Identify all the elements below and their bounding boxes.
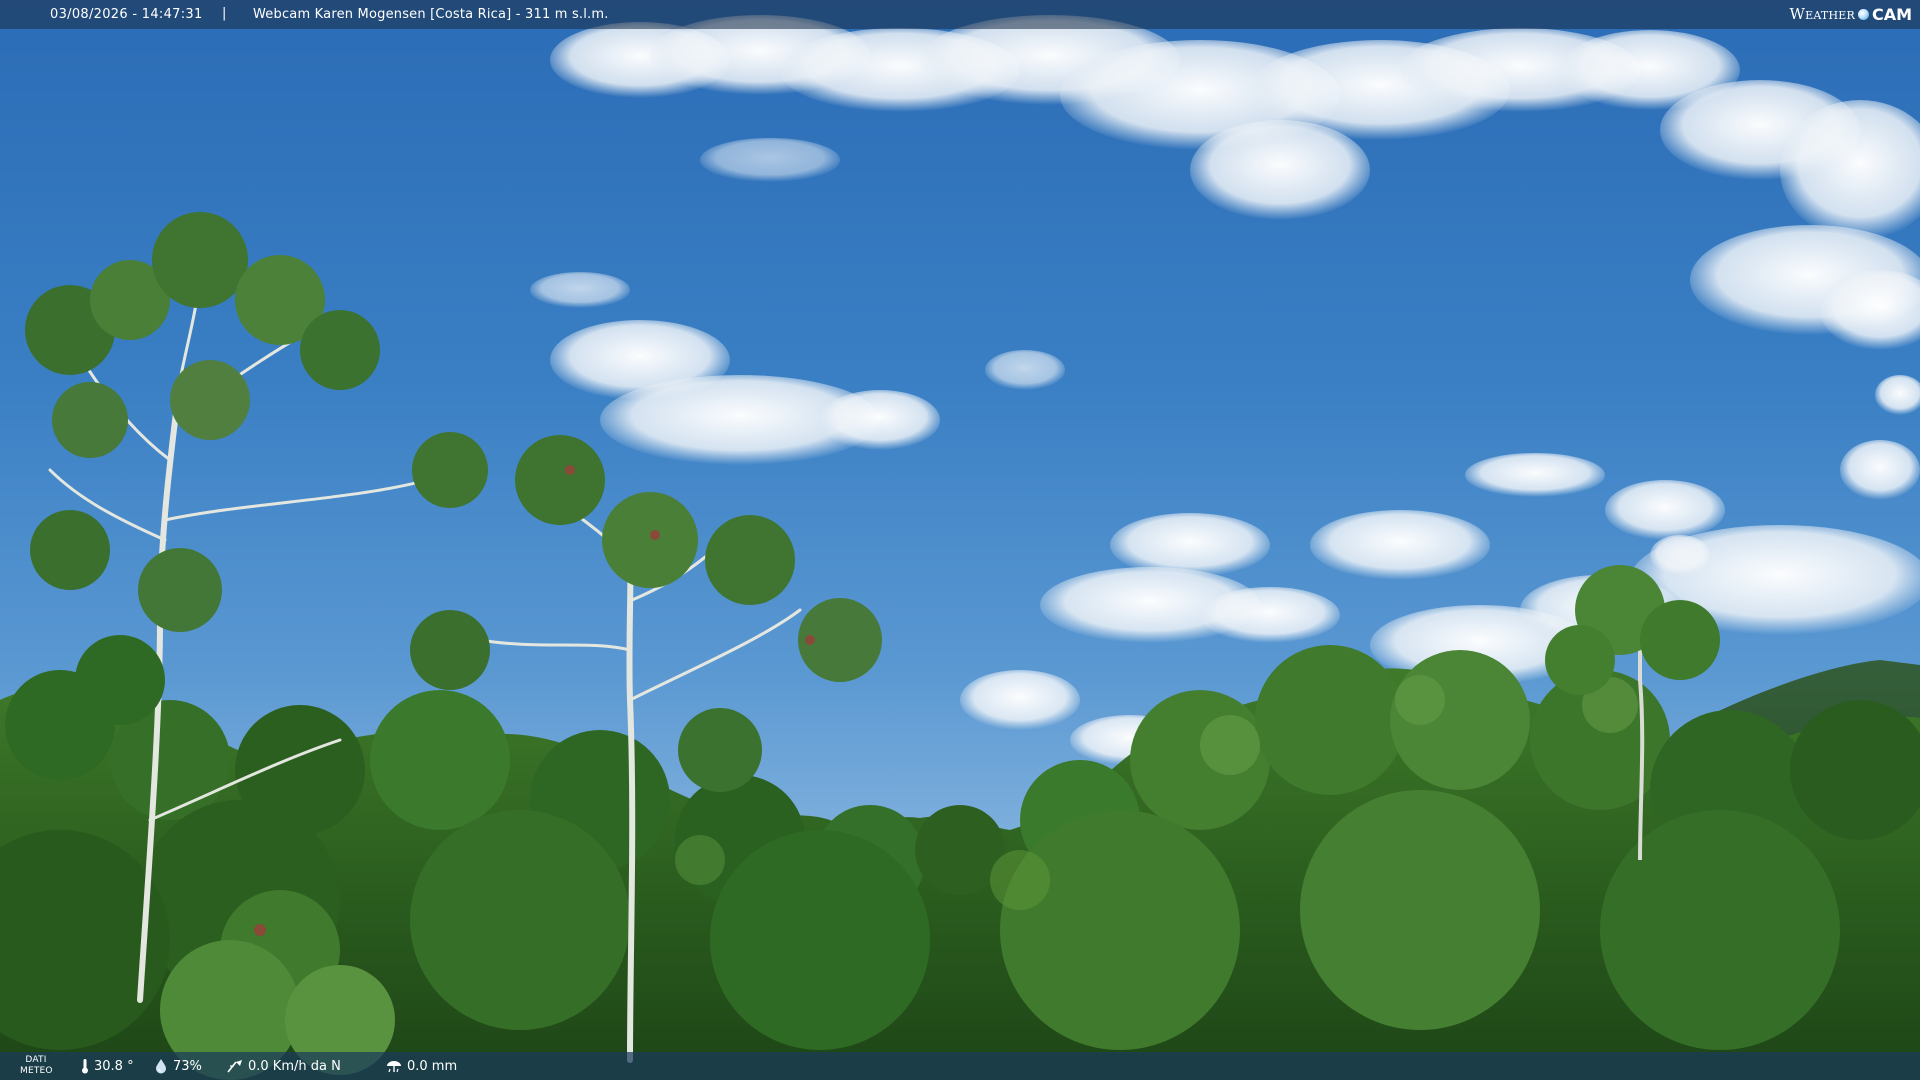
logo-text-weather: Weather xyxy=(1789,5,1855,23)
dati-meteo-label: DATI METEO xyxy=(20,1055,53,1077)
dati-label-line2: METEO xyxy=(20,1066,53,1076)
wind-vane-icon xyxy=(227,1060,242,1073)
top-overlay-bar: 03/08/2026 - 14:47:31 | Webcam Karen Mog… xyxy=(0,0,1920,29)
logo-globe-icon xyxy=(1857,8,1869,20)
title-separator: | xyxy=(222,6,227,21)
rain-reading: 0.0 mm xyxy=(385,1058,457,1074)
timestamp: 03/08/2026 - 14:47:31 xyxy=(50,7,203,22)
humidity-reading: 73% xyxy=(153,1058,202,1074)
temperature-value: 30.8 ° xyxy=(94,1058,134,1074)
dati-label-line1: DATI xyxy=(25,1055,47,1065)
right-tree-trunk xyxy=(1638,620,1645,861)
humidity-drop-icon xyxy=(156,1059,166,1074)
webcam-frame: 03/08/2026 - 14:47:31 | Webcam Karen Mog… xyxy=(0,0,1920,1080)
rain-value: 0.0 mm xyxy=(407,1058,458,1074)
wind-value: 0.0 Km/h da N xyxy=(248,1058,341,1074)
temperature-reading: 30.8 ° xyxy=(80,1058,134,1074)
humidity-value: 73% xyxy=(173,1058,202,1074)
weathercam-logo: Weather CAM xyxy=(1790,3,1912,25)
wind-reading: 0.0 Km/h da N xyxy=(226,1058,341,1074)
thermometer-icon xyxy=(82,1059,88,1074)
rain-gauge-icon xyxy=(387,1061,401,1073)
webcam-title: Webcam Karen Mogensen [Costa Rica] - 311… xyxy=(253,7,609,22)
logo-text-cam: CAM xyxy=(1871,4,1912,24)
webcam-scene xyxy=(0,15,1920,1080)
weather-data-bar: DATI METEO 30.8 ° 73% 0.0 Km/h da N 0.0 … xyxy=(0,1052,1920,1080)
